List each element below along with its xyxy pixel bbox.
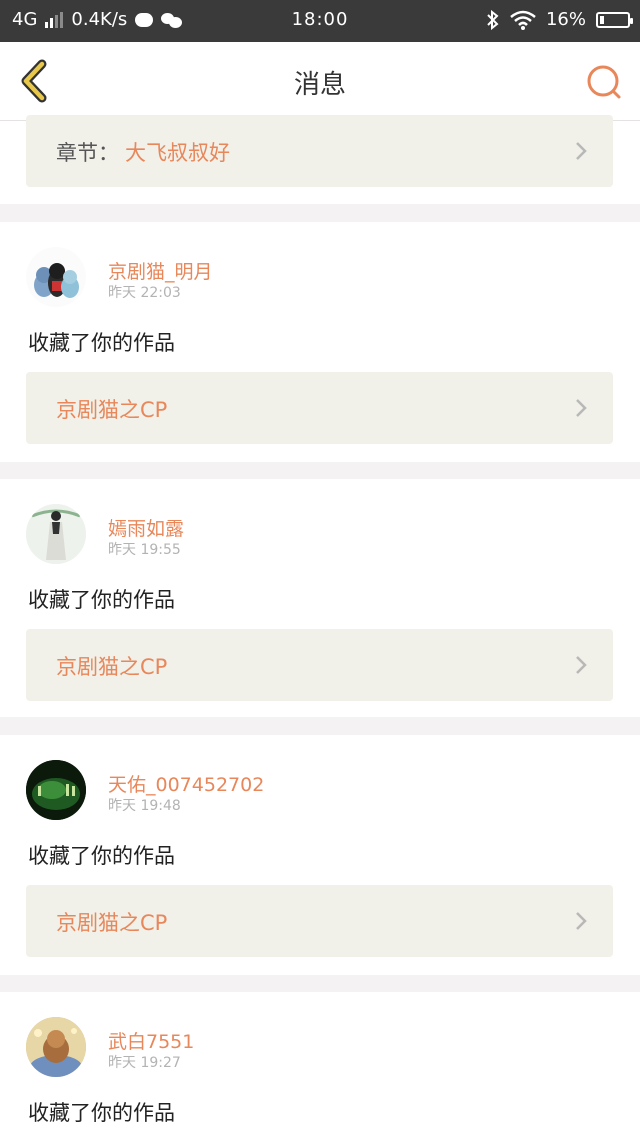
message-action: 收藏了你的作品 — [28, 1101, 175, 1125]
message-time: 昨天 22:03 — [108, 285, 181, 301]
work-title: 京剧猫之CP — [56, 911, 168, 935]
chevron-right-icon — [576, 142, 587, 160]
username[interactable]: 天佑_007452702 — [108, 770, 264, 797]
username[interactable]: 武白7551 — [108, 1027, 194, 1054]
chevron-right-icon — [576, 399, 587, 417]
message-action: 收藏了你的作品 — [28, 844, 175, 868]
bluetooth-icon — [487, 9, 499, 30]
page-title: 消息 — [293, 70, 346, 100]
status-bar: 4G 0.4K/s 18:00 16% — [0, 0, 640, 42]
username[interactable]: 京剧猫_明月 — [108, 257, 213, 284]
avatar[interactable] — [26, 504, 86, 564]
message-action: 收藏了你的作品 — [28, 331, 175, 355]
avatar[interactable] — [26, 247, 86, 307]
chevron-right-icon — [576, 912, 587, 930]
wifi-icon — [510, 10, 536, 30]
nav-header: 消息 — [0, 42, 640, 121]
chevron-right-icon — [576, 656, 587, 674]
message-card: 武白7551 昨天 19:27 收藏了你的作品 — [0, 992, 640, 1138]
avatar-image — [26, 247, 86, 307]
avatar[interactable] — [26, 1017, 86, 1077]
message-card: 天佑_007452702 昨天 19:48 收藏了你的作品 京剧猫之CP — [0, 735, 640, 975]
work-link[interactable]: 京剧猫之CP — [26, 372, 613, 444]
avatar-image — [26, 504, 86, 564]
avatar-image — [26, 760, 86, 820]
message-card-partial: 章节： 大飞叔叔好 — [0, 115, 640, 204]
chapter-link[interactable]: 章节： 大飞叔叔好 — [26, 115, 613, 187]
work-link[interactable]: 京剧猫之CP — [26, 885, 613, 957]
search-button[interactable] — [584, 62, 624, 102]
message-action: 收藏了你的作品 — [28, 588, 175, 612]
message-card: 嫣雨如露 昨天 19:55 收藏了你的作品 京剧猫之CP — [0, 479, 640, 717]
chapter-prefix: 章节： — [56, 141, 119, 165]
message-card: 京剧猫_明月 昨天 22:03 收藏了你的作品 京剧猫之CP — [0, 222, 640, 462]
avatar[interactable] — [26, 760, 86, 820]
search-icon — [587, 65, 621, 99]
work-link[interactable]: 京剧猫之CP — [26, 629, 613, 701]
battery-icon — [596, 11, 633, 28]
work-title: 京剧猫之CP — [56, 398, 168, 422]
battery-percent: 16% — [545, 9, 586, 30]
avatar-image — [26, 1017, 86, 1077]
chapter-name: 大飞叔叔好 — [125, 141, 230, 165]
message-time: 昨天 19:48 — [108, 798, 181, 814]
username[interactable]: 嫣雨如露 — [108, 514, 184, 541]
work-title: 京剧猫之CP — [56, 655, 168, 679]
message-time: 昨天 19:27 — [108, 1055, 181, 1071]
message-time: 昨天 19:55 — [108, 542, 181, 558]
